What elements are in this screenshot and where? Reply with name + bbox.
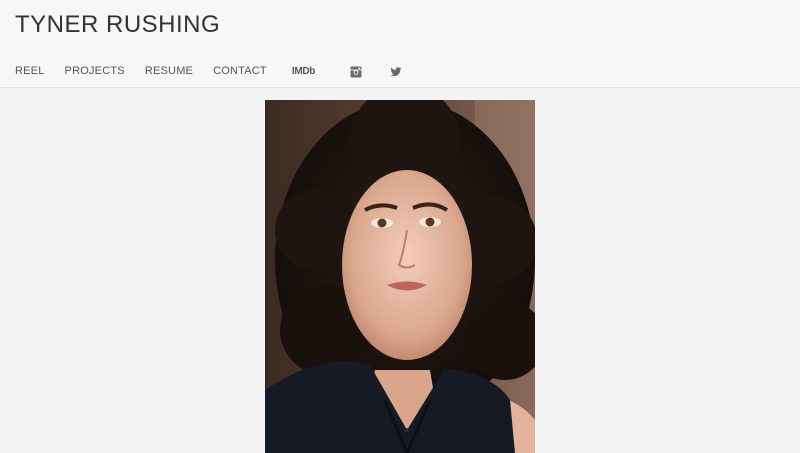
nav-item-contact[interactable]: CONTACT	[213, 63, 267, 79]
nav-item-projects[interactable]: PROJECTS	[65, 63, 125, 79]
instagram-icon[interactable]	[350, 65, 362, 78]
nav-item-resume[interactable]: RESUME	[145, 63, 193, 79]
main-nav: REEL PROJECTS RESUME CONTACT IMDb	[15, 63, 402, 79]
imdb-link[interactable]: IMDb	[292, 66, 316, 77]
site-header: TYNER RUSHING REEL PROJECTS RESUME CONTA…	[0, 0, 800, 88]
nav-item-reel[interactable]: REEL	[15, 63, 45, 79]
headshot-photo	[265, 100, 535, 453]
twitter-icon[interactable]	[390, 65, 402, 77]
site-title[interactable]: TYNER RUSHING	[15, 10, 220, 40]
headshot-image	[265, 100, 535, 453]
